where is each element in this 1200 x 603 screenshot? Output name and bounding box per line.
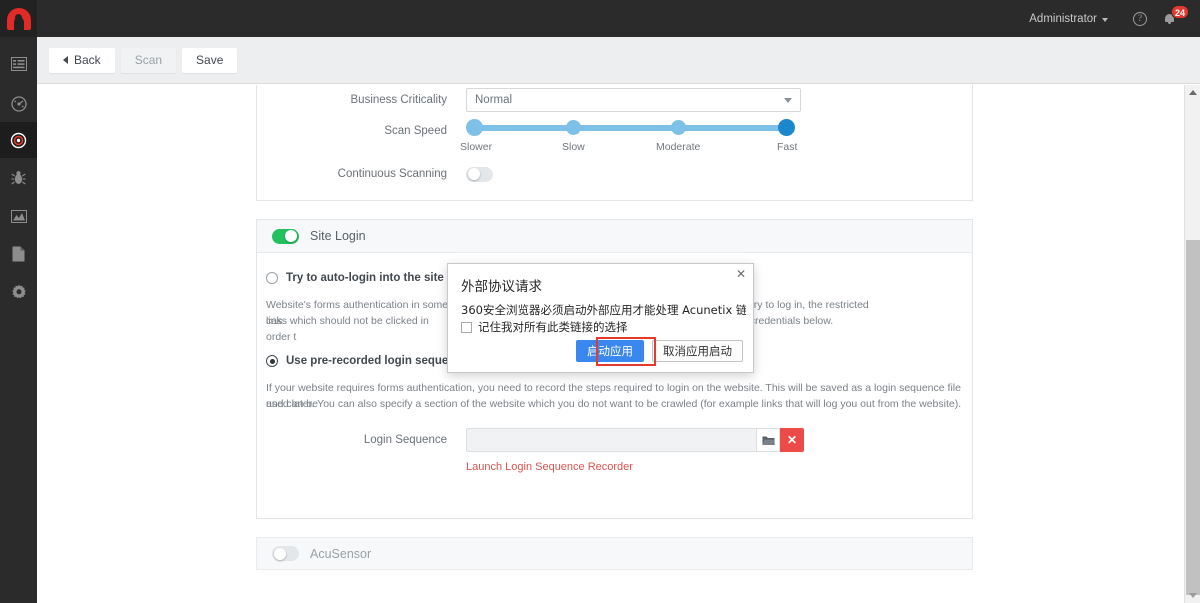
site-login-title: Site Login xyxy=(310,229,366,243)
remember-choice-label: 记住我对所有此类链接的选择 xyxy=(478,319,628,335)
prerecorded-label: Use pre-recorded login sequence xyxy=(286,355,468,367)
scrollbar-thumb[interactable] xyxy=(1186,240,1200,595)
business-criticality-label: Business Criticality xyxy=(257,94,447,106)
help-icon[interactable]: ? xyxy=(1133,12,1147,26)
vertical-scrollbar[interactable] xyxy=(1184,85,1200,603)
business-criticality-select[interactable]: Normal xyxy=(466,88,801,112)
back-button-label: Back xyxy=(74,53,101,67)
dialog-buttons: 启动应用 取消应用启动 xyxy=(576,340,743,362)
clear-login-sequence-button[interactable]: ✕ xyxy=(780,428,804,452)
remember-choice-checkbox[interactable] xyxy=(461,322,472,333)
login-sequence-input[interactable] xyxy=(466,428,756,452)
account-menu[interactable]: Administrator xyxy=(1017,0,1120,37)
account-label: Administrator xyxy=(1029,13,1097,25)
notification-badge: 24 xyxy=(1171,5,1189,19)
auto-login-label: Try to auto-login into the site xyxy=(286,272,444,284)
cancel-launch-button[interactable]: 取消应用启动 xyxy=(652,340,743,362)
acusensor-title: AcuSensor xyxy=(310,547,371,561)
slider-tick-moderate: Moderate xyxy=(656,141,700,153)
sidebar-item-dashboard-list[interactable] xyxy=(0,46,37,82)
auto-login-desc-left-2: links which should not be clicked in ord… xyxy=(266,313,451,345)
folder-open-icon[interactable] xyxy=(756,428,780,452)
remember-choice-row[interactable]: 记住我对所有此类链接的选择 xyxy=(461,319,628,335)
continuous-scanning-row: Continuous Scanning xyxy=(257,162,972,186)
sidebar-item-dashboard[interactable] xyxy=(0,86,37,122)
slider-tick-slower: Slower xyxy=(460,141,492,153)
prerecorded-radio[interactable] xyxy=(266,355,278,367)
sidebar-item-settings[interactable] xyxy=(0,274,37,310)
slider-knob-fast[interactable] xyxy=(778,119,795,136)
prerecorded-desc-2: used later. You can also specify a secti… xyxy=(266,396,966,412)
login-sequence-row: Login Sequence ✕ xyxy=(257,427,972,453)
scan-speed-label: Scan Speed xyxy=(257,125,447,137)
top-bar: Administrator ? 24 xyxy=(0,0,1200,37)
acusensor-toggle[interactable] xyxy=(272,546,299,561)
save-button-label: Save xyxy=(196,53,223,67)
close-icon[interactable]: ✕ xyxy=(736,268,746,280)
sidebar xyxy=(0,37,37,603)
scan-button[interactable]: Scan xyxy=(121,48,176,73)
prerecorded-option[interactable]: Use pre-recorded login sequence xyxy=(266,355,468,367)
dialog-title: 外部协议请求 xyxy=(461,275,542,295)
auto-login-option[interactable]: Try to auto-login into the site xyxy=(266,272,444,284)
auto-login-radio[interactable] xyxy=(266,272,278,284)
chevron-left-icon xyxy=(63,56,68,64)
scan-button-label: Scan xyxy=(135,53,162,67)
chevron-down-icon xyxy=(1102,18,1108,22)
sidebar-item-targets[interactable] xyxy=(0,122,37,158)
slider-tick-fast: Fast xyxy=(777,141,797,153)
login-sequence-label: Login Sequence xyxy=(257,434,447,446)
chevron-up-icon[interactable] xyxy=(1189,90,1197,95)
site-login-toggle[interactable] xyxy=(272,229,299,244)
chevron-down-icon[interactable] xyxy=(1189,593,1197,598)
dialog-message: 360安全浏览器必须启动外部应用才能处理 Acunetix 链接... xyxy=(461,302,746,318)
logo-arch-icon xyxy=(7,8,31,30)
acunetix-logo[interactable] xyxy=(0,0,37,37)
scan-speed-slider[interactable]: Slower Slow Moderate Fast xyxy=(466,119,806,155)
business-criticality-row: Business Criticality Normal xyxy=(257,85,972,115)
login-sequence-field-group: ✕ xyxy=(466,428,804,452)
scan-settings-panel: Business Criticality Normal Scan Speed S… xyxy=(256,85,973,201)
slider-tick-slow: Slow xyxy=(562,141,585,153)
save-button[interactable]: Save xyxy=(182,48,237,73)
page-toolbar: Back Scan Save xyxy=(37,37,1200,84)
slider-knob-slow[interactable] xyxy=(566,120,581,135)
continuous-scanning-toggle[interactable] xyxy=(466,167,493,182)
business-criticality-value: Normal xyxy=(475,94,512,106)
launch-recorder-link[interactable]: Launch Login Sequence Recorder xyxy=(466,461,633,473)
notifications-button[interactable]: 24 xyxy=(1160,0,1186,37)
sidebar-item-vulnerabilities[interactable] xyxy=(0,160,37,196)
continuous-scanning-label: Continuous Scanning xyxy=(257,168,447,180)
sidebar-item-reports[interactable] xyxy=(0,236,37,272)
launch-application-button[interactable]: 启动应用 xyxy=(576,340,644,362)
external-protocol-dialog: ✕ 外部协议请求 360安全浏览器必须启动外部应用才能处理 Acunetix 链… xyxy=(447,263,754,373)
back-button[interactable]: Back xyxy=(49,48,115,73)
sidebar-item-scans[interactable] xyxy=(0,198,37,234)
slider-knob-slower[interactable] xyxy=(466,119,483,136)
app-root: Administrator ? 24 xyxy=(0,0,1200,603)
site-login-header: Site Login xyxy=(257,220,972,253)
top-bar-right: Administrator ? 24 xyxy=(1017,0,1200,37)
chevron-down-icon xyxy=(784,98,792,103)
acusensor-panel: AcuSensor xyxy=(256,537,973,570)
slider-knob-moderate[interactable] xyxy=(671,120,686,135)
